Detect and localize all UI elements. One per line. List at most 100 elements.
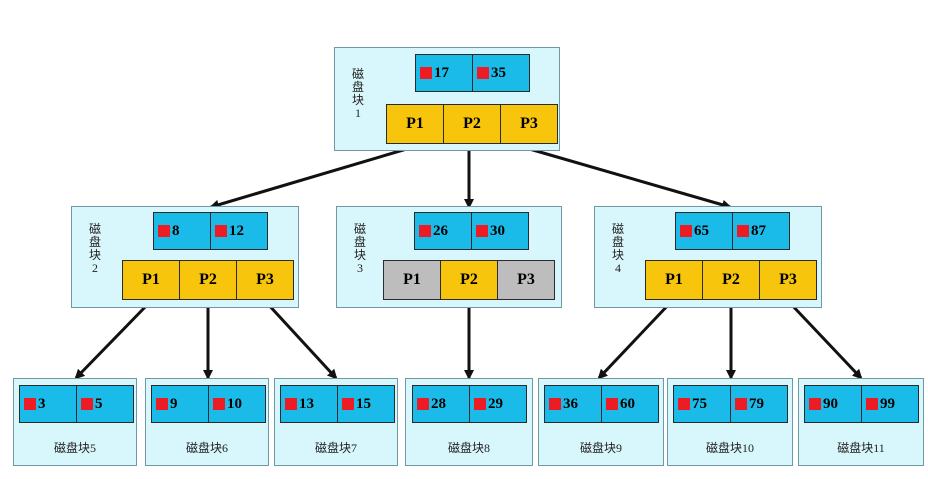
- key-value: 65: [694, 222, 709, 239]
- red-square-icon: [678, 398, 690, 410]
- red-square-icon: [737, 225, 749, 237]
- pointer-p2: P2: [443, 104, 501, 144]
- key-value: 35: [491, 64, 506, 81]
- red-square-icon: [735, 398, 747, 410]
- key-value: 60: [620, 395, 635, 412]
- pointer-p2: P2: [179, 260, 237, 300]
- red-square-icon: [606, 398, 618, 410]
- pointer-p2: P2: [702, 260, 760, 300]
- disk-block-7: 13 15 磁盘块7: [274, 378, 398, 466]
- key-cell: 30: [471, 212, 529, 250]
- key-cell: 60: [601, 385, 659, 423]
- red-square-icon: [420, 67, 432, 79]
- key-value: 90: [823, 395, 838, 412]
- disk-block-label: 磁盘块11: [837, 441, 885, 455]
- key-value: 29: [488, 395, 503, 412]
- key-value: 17: [434, 64, 449, 81]
- key-cell: 10: [208, 385, 266, 423]
- red-square-icon: [215, 225, 227, 237]
- key-cell: 90: [804, 385, 862, 423]
- key-cell: 8: [153, 212, 211, 250]
- key-value: 28: [431, 395, 446, 412]
- key-value: 36: [563, 395, 578, 412]
- disk-block-label: 磁盘块9: [579, 441, 622, 455]
- red-square-icon: [680, 225, 692, 237]
- key-cell: 79: [730, 385, 788, 423]
- disk-block-label: 磁盘块5: [53, 441, 96, 455]
- key-cell: 5: [76, 385, 134, 423]
- key-cell: 99: [861, 385, 919, 423]
- key-value: 3: [38, 395, 46, 412]
- key-cell: 26: [414, 212, 472, 250]
- key-value: 99: [880, 395, 895, 412]
- pointer-p1: P1: [645, 260, 703, 300]
- red-square-icon: [81, 398, 93, 410]
- disk-block-label: 磁盘块4: [611, 222, 624, 275]
- key-value: 15: [356, 395, 371, 412]
- key-value: 30: [490, 222, 505, 239]
- disk-block-8: 28 29 磁盘块8: [405, 378, 533, 466]
- key-value: 9: [170, 395, 178, 412]
- edge-block2-p3-to-block7: [264, 300, 338, 380]
- key-value: 5: [95, 395, 103, 412]
- edge-root-p1-to-block2: [209, 146, 411, 210]
- key-cell: 87: [732, 212, 790, 250]
- red-square-icon: [419, 225, 431, 237]
- disk-block-1: 磁盘块1 17 35 P1 P2 P3: [334, 47, 560, 151]
- key-value: 10: [227, 395, 242, 412]
- pointer-p3: P3: [497, 260, 555, 300]
- key-cell: 36: [544, 385, 602, 423]
- pointer-p3: P3: [759, 260, 817, 300]
- disk-block-label: 磁盘块6: [185, 441, 228, 455]
- disk-block-6: 9 10 磁盘块6: [145, 378, 269, 466]
- key-cell: 29: [469, 385, 527, 423]
- key-cell: 65: [675, 212, 733, 250]
- key-cell: 17: [415, 54, 473, 92]
- disk-block-label: 磁盘块3: [353, 222, 366, 275]
- pointer-p2: P2: [440, 260, 498, 300]
- disk-block-2: 磁盘块2 8 12 P1 P2 P3: [71, 206, 299, 308]
- key-value: 13: [299, 395, 314, 412]
- pointer-p3: P3: [500, 104, 558, 144]
- key-cell: 15: [337, 385, 395, 423]
- edge-root-p3-to-block4: [525, 146, 732, 210]
- disk-block-label: 磁盘块8: [447, 441, 490, 455]
- key-value: 79: [749, 395, 764, 412]
- red-square-icon: [549, 398, 561, 410]
- disk-block-3: 磁盘块3 26 30 P1 P2 P3: [336, 206, 562, 308]
- red-square-icon: [213, 398, 225, 410]
- disk-block-label: 磁盘块7: [314, 441, 357, 455]
- key-value: 75: [692, 395, 707, 412]
- red-square-icon: [24, 398, 36, 410]
- disk-block-11: 90 99 磁盘块11: [798, 378, 924, 466]
- disk-block-label: 磁盘块10: [705, 441, 754, 455]
- red-square-icon: [866, 398, 878, 410]
- disk-block-9: 36 60 磁盘块9: [538, 378, 664, 466]
- key-value: 8: [172, 222, 180, 239]
- red-square-icon: [342, 398, 354, 410]
- disk-block-label: 磁盘块1: [351, 67, 364, 120]
- pointer-p1: P1: [386, 104, 444, 144]
- pointer-p3: P3: [236, 260, 294, 300]
- edge-block2-p1-to-block5: [74, 300, 152, 380]
- red-square-icon: [285, 398, 297, 410]
- key-cell: 28: [412, 385, 470, 423]
- red-square-icon: [474, 398, 486, 410]
- key-value: 12: [229, 222, 244, 239]
- key-cell: 75: [673, 385, 731, 423]
- key-value: 87: [751, 222, 766, 239]
- pointer-p1: P1: [122, 260, 180, 300]
- key-cell: 3: [19, 385, 77, 423]
- key-cell: 35: [472, 54, 530, 92]
- disk-block-4: 磁盘块4 65 87 P1 P2 P3: [594, 206, 822, 308]
- disk-block-5: 3 5 磁盘块5: [13, 378, 137, 466]
- red-square-icon: [158, 225, 170, 237]
- red-square-icon: [476, 225, 488, 237]
- edge-block4-p1-to-block9: [597, 300, 673, 380]
- key-value: 26: [433, 222, 448, 239]
- key-cell: 13: [280, 385, 338, 423]
- key-cell: 9: [151, 385, 209, 423]
- pointer-p1: P1: [383, 260, 441, 300]
- red-square-icon: [156, 398, 168, 410]
- red-square-icon: [417, 398, 429, 410]
